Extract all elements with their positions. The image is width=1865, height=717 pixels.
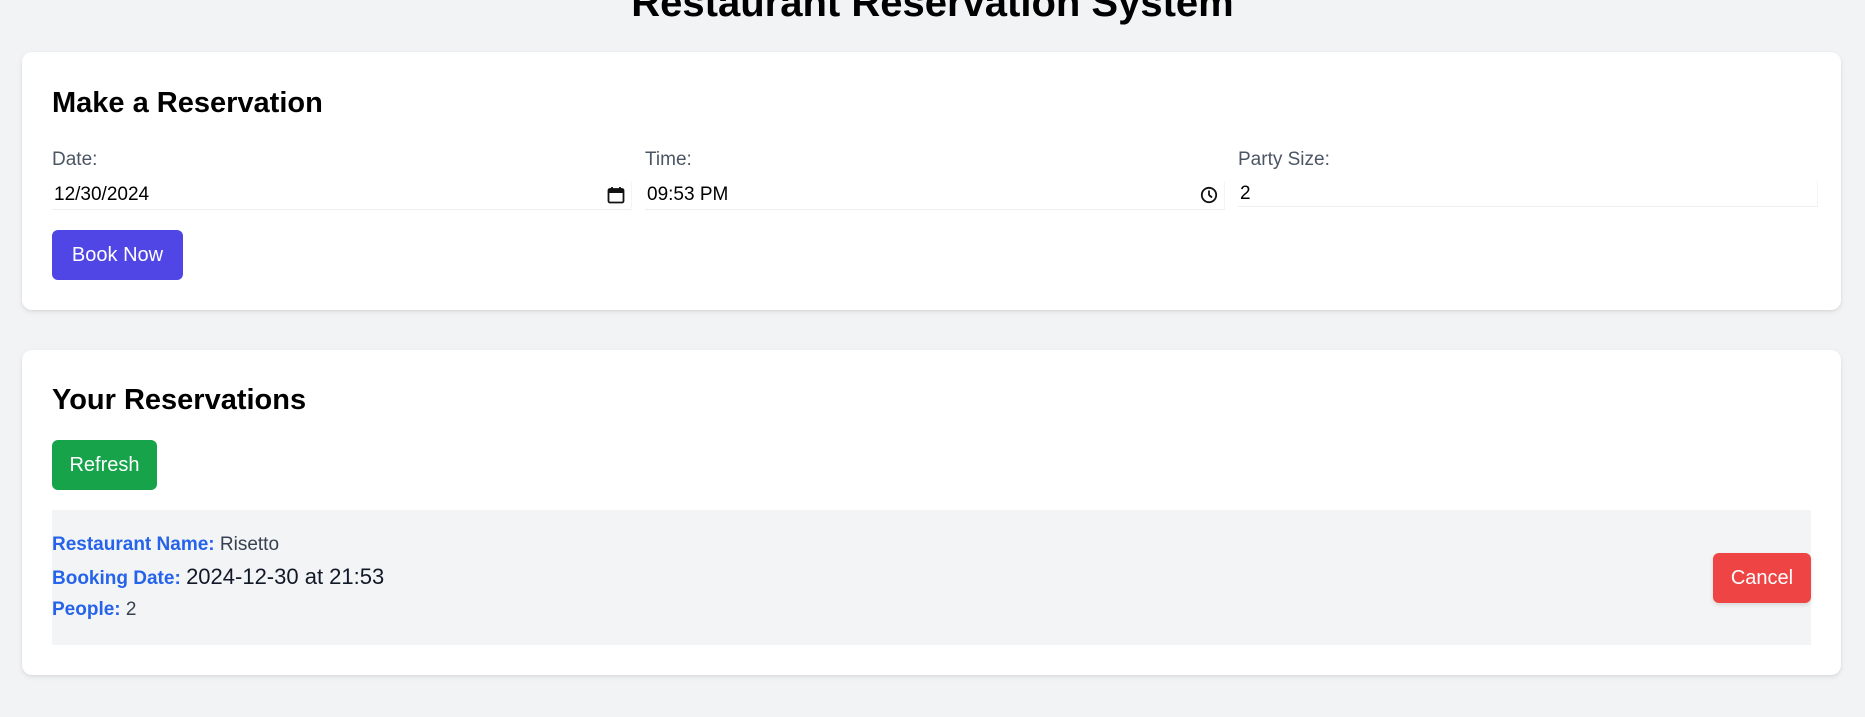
date-value: 12/30/2024 bbox=[54, 184, 150, 205]
booking-date-row: Booking Date: 2024-12-30 at 21:53 bbox=[52, 565, 384, 591]
time-value: 09:53 PM bbox=[647, 184, 729, 205]
party-size-value: 2 bbox=[1240, 182, 1251, 204]
date-input[interactable]: 12/30/2024 bbox=[52, 181, 632, 210]
clock-icon[interactable] bbox=[1200, 186, 1218, 204]
restaurant-name-value: Risetto bbox=[219, 534, 280, 555]
people-value: 2 bbox=[125, 599, 137, 620]
reservation-list-item: Restaurant Name: Risetto Booking Date: 2… bbox=[52, 510, 1811, 645]
date-field-group: Date: 12/30/2024 bbox=[52, 148, 632, 210]
make-reservation-card: Make a Reservation Date: 12/30/2024 Time… bbox=[22, 52, 1841, 310]
people-label: People: bbox=[52, 599, 121, 620]
party-size-input[interactable]: 2 bbox=[1238, 181, 1818, 207]
cancel-reservation-button[interactable]: Cancel bbox=[1713, 553, 1811, 603]
book-now-button[interactable]: Book Now bbox=[52, 230, 183, 280]
time-field-group: Time: 09:53 PM bbox=[645, 148, 1225, 210]
booking-date-label: Booking Date: bbox=[52, 568, 181, 589]
calendar-icon[interactable] bbox=[607, 186, 625, 204]
make-reservation-heading: Make a Reservation bbox=[52, 87, 323, 119]
refresh-button[interactable]: Refresh bbox=[52, 440, 157, 490]
restaurant-name-label: Restaurant Name: bbox=[52, 534, 215, 555]
your-reservations-card: Your Reservations Refresh Restaurant Nam… bbox=[22, 350, 1841, 675]
restaurant-name-row: Restaurant Name: Risetto bbox=[52, 533, 279, 557]
date-label: Date: bbox=[52, 149, 98, 170]
people-row: People: 2 bbox=[52, 598, 136, 622]
booking-date-value: 2024-12-30 at 21:53 bbox=[186, 564, 385, 589]
your-reservations-heading: Your Reservations bbox=[52, 384, 307, 416]
time-input[interactable]: 09:53 PM bbox=[645, 181, 1225, 210]
party-size-label: Party Size: bbox=[1238, 149, 1330, 170]
time-label: Time: bbox=[645, 149, 692, 170]
party-size-field-group: Party Size: 2 bbox=[1238, 148, 1818, 207]
page-title: Restaurant Reservation System bbox=[631, 0, 1234, 25]
